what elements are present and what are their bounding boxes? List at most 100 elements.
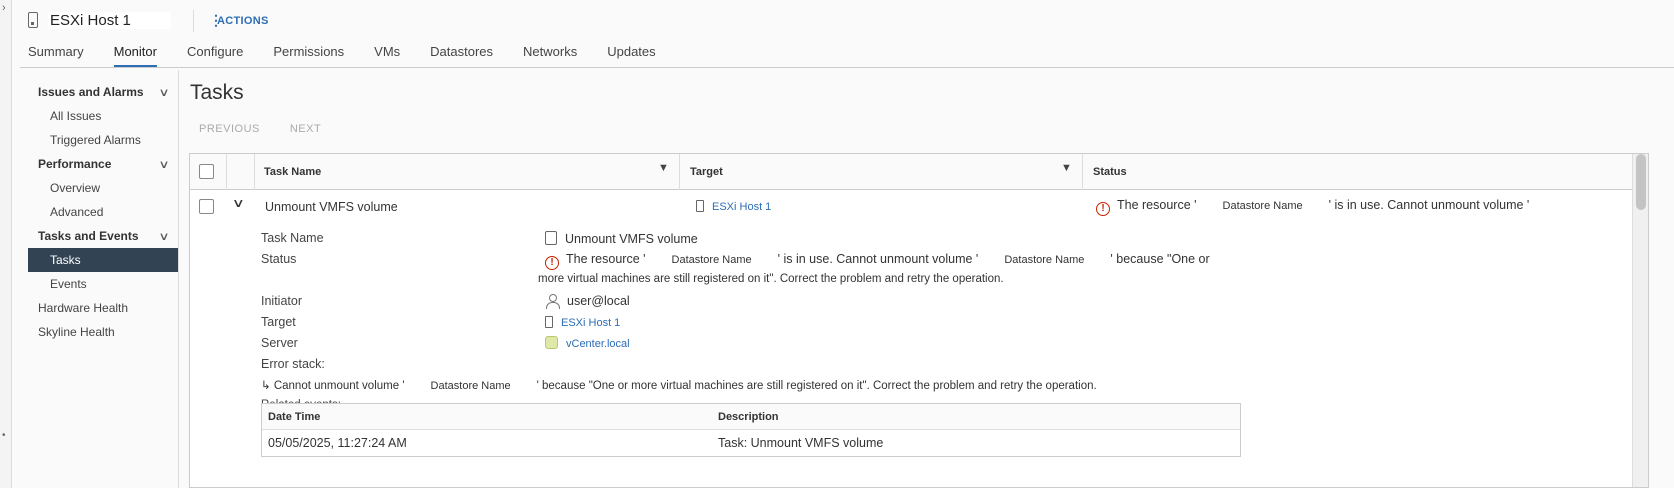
detail-initiator: user@local [545,294,630,309]
row-checkbox[interactable] [199,199,214,214]
previous-button[interactable]: PREVIOUS [199,123,260,135]
column-header-label: Status [1093,166,1127,178]
detail-status-part2: ' is in use. Cannot unmount volume ' [777,252,979,266]
nav-group-label: Tasks and Events [38,229,139,243]
host-icon [545,316,553,328]
column-header-target[interactable]: Target [680,154,723,190]
select-all-checkbox[interactable] [199,164,214,179]
column-header-label: Target [690,166,723,178]
row-status: ! The resource ' Datastore Name ' is in use… [1096,198,1529,216]
row-status-datastore: Datastore Name [1196,200,1329,212]
detail-status-line1: ! The resource ' Datastore Name ' is in use… [545,252,1210,270]
detail-initiator-value: user@local [567,294,630,308]
error-icon: ! [1096,202,1110,216]
tab-updates[interactable]: Updates [607,40,655,68]
filter-icon[interactable]: ▼ [658,162,669,174]
header-divider [193,10,194,32]
sidenav-divider [178,70,179,488]
detail-status-datastore-1: Datastore Name [645,254,778,266]
detail-label-task-name: Task Name [261,231,324,245]
detail-task-name: Unmount VMFS volume [545,231,698,246]
expand-chevron-icon[interactable]: ∨ [232,196,245,210]
tasks-grid: Task Name ▼ Target ▼ Status ∨ Unmount VM… [189,153,1649,488]
nav-group-issues-alarms[interactable]: Issues and Alarms ∨ [28,80,178,104]
detail-status-line2: more virtual machines are still register… [538,273,1004,285]
detail-status-part3: ' because "One or [1110,252,1210,266]
column-header-status[interactable]: Status [1083,154,1127,190]
row-status-suffix: ' is in use. Cannot unmount volume ' [1328,198,1530,212]
row-status-prefix: The resource ' [1117,198,1197,212]
chevron-down-icon: ∨ [158,86,170,99]
scrollbar-thumb[interactable] [1636,154,1646,210]
detail-label-server: Server [261,336,298,350]
error-stack-suffix: ' because "One or more virtual machines … [536,380,1097,392]
nav-item-hardware-health[interactable]: Hardware Health [28,296,178,320]
tab-configure[interactable]: Configure [187,40,243,68]
tab-permissions[interactable]: Permissions [273,40,344,68]
detail-target: ESXi Host 1 [545,315,620,329]
chevron-down-icon: ∨ [158,158,170,171]
related-events-header: Date Time Description [262,404,1240,430]
nav-group-performance[interactable]: Performance ∨ [28,152,178,176]
column-header-description: Description [718,411,779,423]
tab-datastores[interactable]: Datastores [430,40,493,68]
nav-item-skyline-health[interactable]: Skyline Health [28,320,178,344]
user-icon [545,294,560,309]
column-header-label: Task Name [264,166,322,178]
nav-item-overview[interactable]: Overview [28,176,178,200]
host-icon [696,200,704,212]
grid-header: Task Name ▼ Target ▼ Status [190,154,1648,190]
detail-status-datastore-2: Datastore Name [978,254,1111,266]
nav-item-triggered-alarms[interactable]: Triggered Alarms [28,128,178,152]
column-header-task-name[interactable]: Task Name [254,154,321,190]
nav-group-label: Issues and Alarms [38,85,144,99]
row-task-name: Unmount VMFS volume [265,200,398,214]
detail-target-link[interactable]: ESXi Host 1 [561,317,620,329]
detail-server: vCenter.local [545,336,630,350]
table-row: 05/05/2025, 11:27:24 AM Task: Unmount VM… [262,430,1240,456]
object-tabs: Summary Monitor Configure Permissions VM… [28,40,686,68]
column-header-date-time: Date Time [268,411,321,423]
related-events-table: Date Time Description 05/05/2025, 11:27:… [261,403,1241,457]
error-stack-text: ↳ Cannot unmount volume ' Datastore Name '… [261,378,1097,392]
event-date-time: 05/05/2025, 11:27:24 AM [268,436,407,450]
vcenter-icon [545,336,558,349]
detail-label-error-stack: Error stack: [261,357,325,371]
left-edge-strip: › • [0,0,12,488]
detail-label-status: Status [261,252,297,266]
nav-item-all-issues[interactable]: All Issues [28,104,178,128]
error-stack-prefix: ↳ Cannot unmount volume ' [261,380,405,392]
page-title: Tasks [190,81,244,104]
vertical-dots-icon: ⋮ [209,12,224,28]
nav-item-events[interactable]: Events [28,272,178,296]
host-title: ESXi Host 1 [48,11,171,29]
tab-summary[interactable]: Summary [28,40,84,68]
error-icon: ! [545,256,559,270]
detail-label-target: Target [261,315,296,329]
detail-label-initiator: Initiator [261,294,302,308]
detail-server-link[interactable]: vCenter.local [566,338,630,350]
edge-marker-icon: • [2,430,6,441]
row-target-link[interactable]: ESXi Host 1 [712,201,771,213]
row-target: ESXi Host 1 [696,199,771,213]
actions-button[interactable]: ⋮ACTIONS [209,12,269,29]
vertical-scrollbar[interactable] [1632,154,1648,487]
collapse-chevron-icon[interactable]: › [2,2,6,14]
tab-monitor[interactable]: Monitor [113,40,158,68]
task-icon [545,231,557,245]
host-icon [28,12,38,28]
nav-group-label: Performance [38,157,112,171]
detail-status-part1: The resource ' [566,252,646,266]
next-button[interactable]: NEXT [290,123,321,135]
chevron-down-icon: ∨ [158,230,170,243]
tab-vms[interactable]: VMs [374,40,400,68]
nav-item-advanced[interactable]: Advanced [28,200,178,224]
nav-item-tasks[interactable]: Tasks [28,248,178,272]
tab-networks[interactable]: Networks [523,40,577,68]
detail-task-name-value: Unmount VMFS volume [565,232,698,246]
monitor-sidenav: Issues and Alarms ∨ All Issues Triggered… [28,80,178,344]
filter-icon[interactable]: ▼ [1061,162,1072,174]
column-divider [226,154,227,190]
nav-group-tasks-events[interactable]: Tasks and Events ∨ [28,224,178,248]
object-header: ESXi Host 1 [28,8,171,32]
